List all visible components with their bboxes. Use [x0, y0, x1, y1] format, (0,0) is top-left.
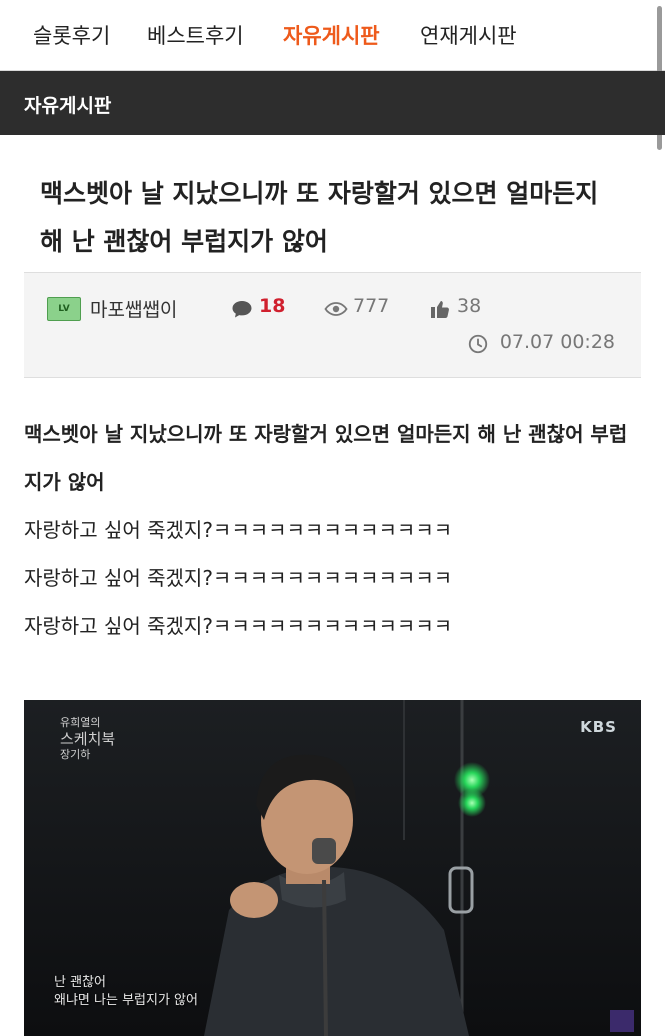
post-meta: LV 마포쌥쌥이 18 777 38 07.07 00:28: [24, 272, 641, 378]
show-subtitle: 장기하: [60, 748, 91, 761]
body-line: 자랑하고 싶어 죽겠지?ㅋㅋㅋㅋㅋㅋㅋㅋㅋㅋㅋㅋㅋ: [24, 518, 453, 542]
tab-free-board[interactable]: 자유게시판: [283, 20, 380, 50]
caption-line: 왜냐면 나는 부럽지가 않어: [54, 993, 198, 1008]
broadcaster-logo: KBS: [580, 718, 617, 736]
post-datetime: 07.07 00:28: [499, 331, 615, 353]
eye-icon: [324, 302, 348, 316]
comment-icon: [232, 301, 252, 318]
board-title-bar: 자유게시판: [0, 71, 665, 135]
show-title-line: 스케치북: [60, 730, 116, 748]
body-line: 자랑하고 싶어 죽겠지?ㅋㅋㅋㅋㅋㅋㅋㅋㅋㅋㅋㅋㅋ: [24, 566, 453, 590]
author-nickname[interactable]: 마포쌥쌥이: [90, 295, 177, 322]
view-count: 777: [353, 295, 390, 317]
board-title: 자유게시판: [24, 95, 112, 117]
body-line: 자랑하고 싶어 죽겠지?ㅋㅋㅋㅋㅋㅋㅋㅋㅋㅋㅋㅋㅋ: [24, 614, 453, 638]
tab-slot-reviews[interactable]: 슬롯후기: [33, 20, 110, 50]
caption-line: 난 괜찮어: [54, 975, 106, 990]
top-navigation: 슬롯후기 베스트후기 자유게시판 연재게시판: [0, 0, 665, 71]
level-badge-icon: LV: [47, 297, 81, 321]
thumbs-up-icon[interactable]: [428, 297, 452, 321]
comment-count: 18: [259, 295, 286, 317]
post-body: 맥스벳아 날 지났으니까 또 자랑할거 있으면 얼마든지 해 난 괜찮어 부럽지…: [24, 410, 644, 650]
post-title: 맥스벳아 날 지났으니까 또 자랑할거 있으면 얼마든지 해 난 괜찮어 부럽지…: [40, 179, 599, 256]
tab-best-reviews[interactable]: 베스트후기: [147, 20, 244, 50]
embedded-video[interactable]: 유희열의 스케치북 장기하 KBS 난 괜찮어 왜냐면 나는 부럽지가 않어: [24, 700, 641, 1036]
tab-serial-board[interactable]: 연재게시판: [420, 20, 517, 50]
video-caption: 난 괜찮어 왜냐면 나는 부럽지가 않어: [54, 974, 198, 1010]
show-title-line: 유희열의: [60, 716, 101, 729]
show-title: 유희열의 스케치북 장기하: [60, 716, 115, 762]
body-headline: 맥스벳아 날 지났으니까 또 자랑할거 있으면 얼마든지 해 난 괜찮어 부럽지…: [24, 422, 628, 494]
clock-icon: [468, 334, 488, 354]
like-count: 38: [457, 295, 482, 317]
